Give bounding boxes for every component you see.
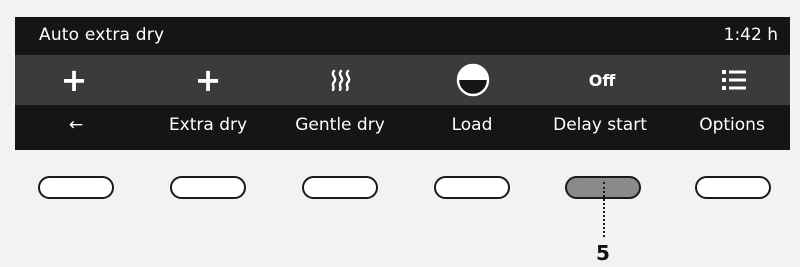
back-arrow-icon: ← (68, 115, 84, 135)
options-list-icon (684, 55, 784, 105)
options-button[interactable] (695, 176, 771, 199)
soft-key-labels: ← Extra dry Gentle dry Load Delay start … (15, 105, 790, 150)
control-display: Auto extra dry 1:42 h + + Off ← Extra dr… (15, 17, 790, 150)
callout-number: 5 (596, 241, 610, 265)
label-delay-start: Delay start (553, 115, 647, 135)
plus-icon: + (194, 61, 222, 99)
load-button[interactable] (434, 176, 510, 199)
plus-icon: + (60, 61, 88, 99)
label-options: Options (699, 115, 765, 135)
delay-off-indicator: Off (588, 70, 616, 90)
extra-dry-button[interactable] (170, 176, 246, 199)
program-title: Auto extra dry (39, 25, 165, 45)
icon-bar: + + Off (15, 55, 790, 105)
back-button[interactable] (38, 176, 114, 199)
gentle-dry-button[interactable] (302, 176, 378, 199)
label-gentle-dry: Gentle dry (295, 115, 385, 135)
status-bar: Auto extra dry 1:42 h (15, 17, 790, 55)
label-extra-dry: Extra dry (168, 115, 248, 135)
label-load: Load (451, 115, 493, 135)
callout-leader-line (603, 182, 605, 237)
soft-key-row (0, 176, 800, 206)
remaining-time: 1:42 h (723, 25, 778, 45)
load-half-circle-icon (423, 55, 523, 105)
gentle-heat-icon (292, 55, 392, 105)
